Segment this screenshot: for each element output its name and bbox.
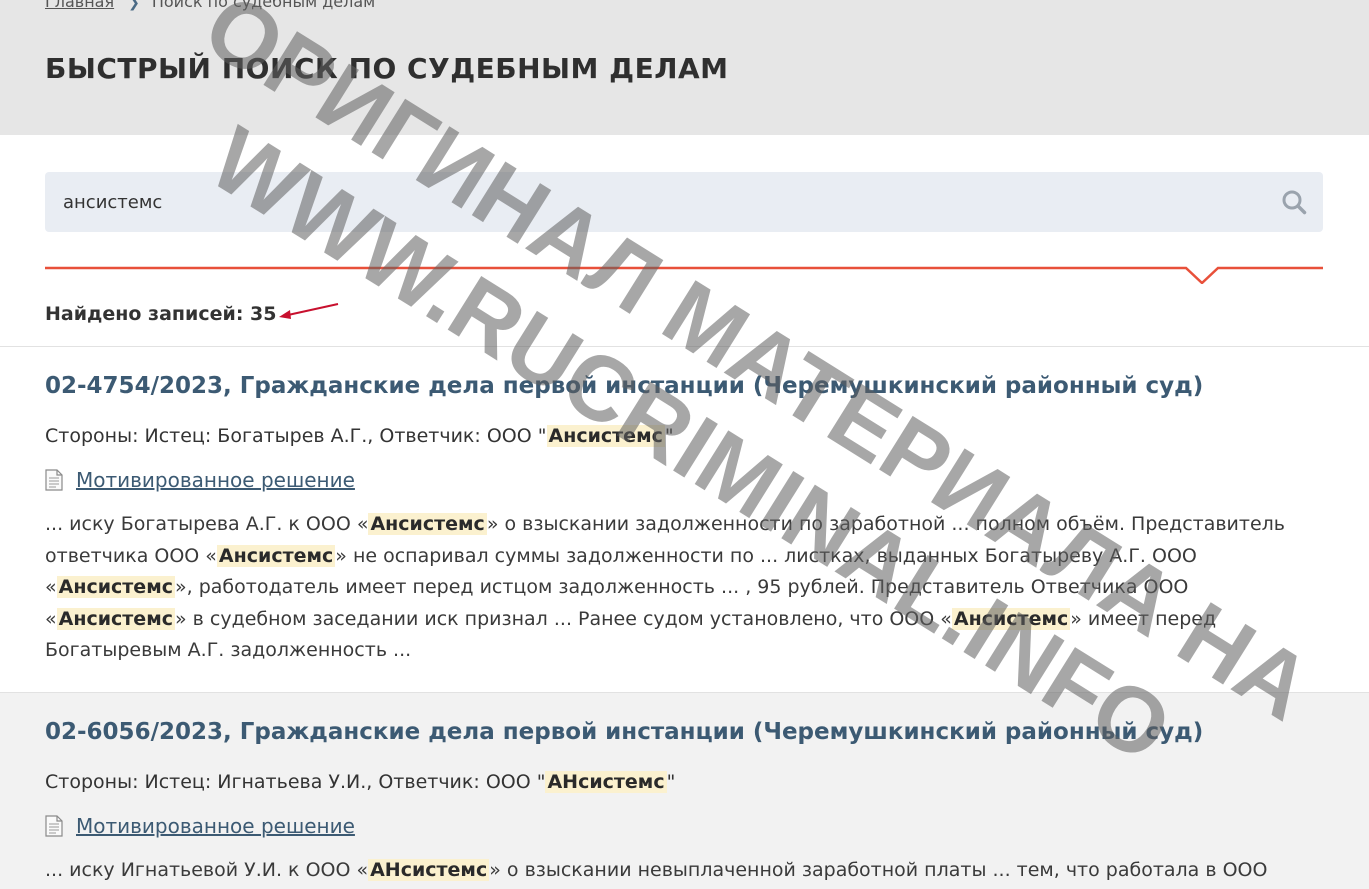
highlight-term: АНсистемс — [545, 771, 667, 793]
search-icon[interactable] — [1281, 189, 1307, 215]
highlight-term: Ансистемс — [56, 607, 175, 630]
search-input[interactable] — [45, 172, 1245, 232]
search-divider-line — [45, 266, 1323, 284]
result-snippet: ... иску Игнатьевой У.И. к ООО «АНсистем… — [45, 855, 1330, 887]
parties-text: Стороны: Истец: Игнатьева У.И., Ответчик… — [45, 771, 546, 793]
snippet-text: » о взыскании невыплаченной заработной п… — [489, 859, 1268, 881]
highlight-term: Ансистемс — [951, 607, 1071, 630]
highlight-term: Ансистемс — [546, 425, 665, 447]
document-link-row: Мотивированное решение — [45, 813, 1324, 839]
result-parties: Стороны: Истец: Игнатьева У.И., Ответчик… — [45, 769, 1324, 795]
highlight-term: Ансистемс — [216, 544, 336, 567]
motivated-decision-link[interactable]: Мотивированное решение — [76, 814, 355, 838]
parties-text-end: " — [666, 771, 676, 793]
results-count: Найдено записей: 35 — [45, 303, 277, 325]
breadcrumb: Главная ❯ Поиск по судебным делам — [45, 0, 375, 13]
parties-text: Стороны: Истец: Богатырев А.Г., Ответчик… — [45, 425, 547, 447]
breadcrumb-chevron-icon: ❯ — [128, 0, 140, 11]
highlight-term: Ансистемс — [56, 576, 175, 598]
snippet-text: ... иску Богатырева А.Г. к ООО « — [45, 513, 369, 535]
page-header: Главная ❯ Поиск по судебным делам БЫСТРЫЙ … — [0, 0, 1369, 135]
search-box — [45, 172, 1323, 232]
document-icon — [45, 815, 63, 837]
document-link-row: Мотивированное решение — [45, 467, 1324, 493]
result-snippet: ... иску Богатырева А.Г. к ООО «Ансистем… — [45, 509, 1330, 667]
highlight-term: АНсистемс — [368, 859, 490, 881]
result-item: 02-4754/2023, Гражданские дела первой ин… — [0, 347, 1369, 692]
snippet-text: » в судебном заседании иск признал ... Р… — [175, 607, 952, 630]
result-parties: Стороны: Истец: Богатырев А.Г., Ответчик… — [45, 423, 1324, 449]
result-title-link[interactable]: 02-6056/2023, Гражданские дела первой ин… — [45, 693, 1324, 747]
breadcrumb-current: Поиск по судебным делам — [151, 0, 376, 11]
breadcrumb-home-link[interactable]: Главная — [45, 0, 114, 11]
annotation-arrow-icon — [279, 303, 339, 319]
result-title-link[interactable]: 02-4754/2023, Гражданские дела первой ин… — [45, 347, 1324, 401]
snippet-text: ... иску Игнатьевой У.И. к ООО « — [45, 859, 369, 881]
motivated-decision-link[interactable]: Мотивированное решение — [76, 468, 355, 492]
page-title: БЫСТРЫЙ ПОИСК ПО СУДЕБНЫМ ДЕЛАМ — [45, 52, 729, 85]
result-item: 02-6056/2023, Гражданские дела первой ин… — [0, 692, 1369, 889]
document-icon — [45, 469, 63, 491]
parties-text-end: " — [664, 425, 674, 447]
highlight-term: Ансистемс — [368, 513, 487, 535]
